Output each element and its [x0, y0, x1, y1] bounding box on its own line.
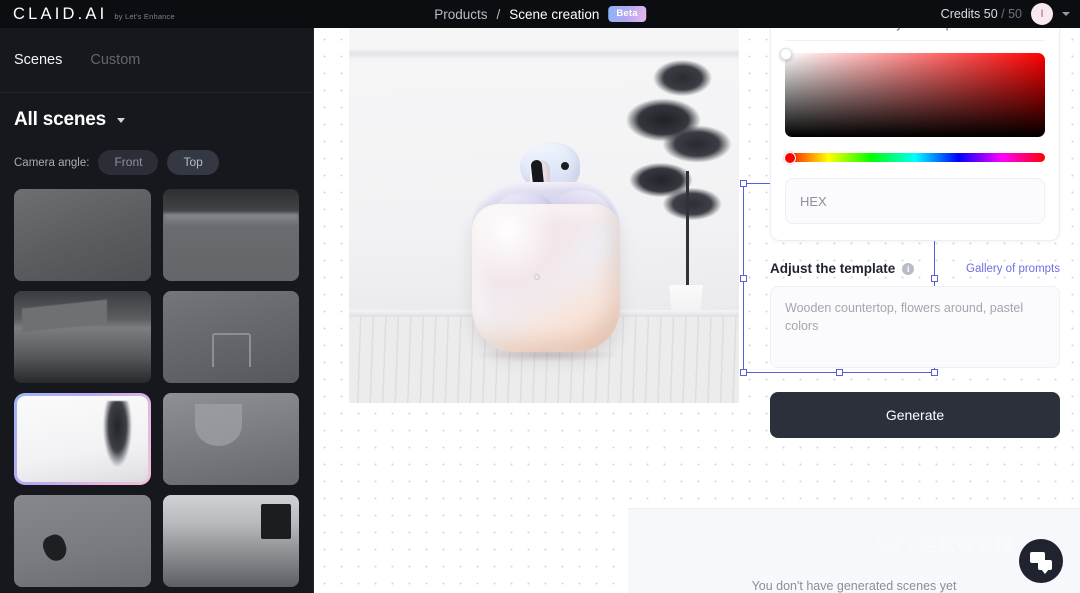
- credits-label: Credits 50 / 50: [941, 7, 1022, 21]
- adjust-template-label-group: Adjust the template i: [770, 261, 915, 276]
- scene-thumbnail[interactable]: [14, 495, 151, 587]
- scene-preview: [14, 189, 151, 281]
- page-title: All scenes: [14, 109, 106, 130]
- chat-support-button[interactable]: [1019, 539, 1063, 583]
- chat-bubble-icon: [1030, 552, 1052, 574]
- main-body: Scenes Custom All scenes Camera angle: F…: [0, 28, 1080, 593]
- breadcrumb: Products / Scene creation Beta: [434, 6, 646, 22]
- brand-name: CLAID.AI: [13, 4, 108, 23]
- chevron-down-icon: [117, 117, 125, 123]
- brand-tagline: by Let's Enhance: [114, 11, 175, 21]
- status-badge-beta: Beta: [608, 6, 646, 22]
- avatar-initial: I: [1040, 8, 1044, 20]
- resize-handle-top-left[interactable]: [740, 180, 747, 187]
- scenes-header: All scenes Camera angle: Front Top: [0, 93, 313, 175]
- scene-preview: [162, 189, 299, 281]
- prompt-placeholder: Wooden countertop, flowers around, paste…: [785, 301, 1024, 333]
- hex-input[interactable]: HEX: [785, 178, 1045, 224]
- product-case-body: [472, 204, 620, 352]
- info-icon[interactable]: i: [902, 262, 915, 275]
- scene-stage: [349, 28, 739, 403]
- saturation-value-area[interactable]: [780, 48, 1045, 137]
- scene-thumbnail-selected[interactable]: [14, 393, 151, 485]
- sidebar-tabs: Scenes Custom: [0, 28, 313, 93]
- adjust-template-row: Adjust the template i Gallery of prompts: [770, 261, 1060, 276]
- scene-preview: [162, 291, 299, 383]
- scene-thumbnail[interactable]: [162, 495, 299, 587]
- tab-scenes[interactable]: Scenes: [14, 52, 62, 68]
- breadcrumb-current: Scene creation: [509, 6, 600, 22]
- generate-button[interactable]: Generate: [770, 392, 1060, 438]
- breadcrumb-products[interactable]: Products: [434, 7, 487, 22]
- color-picker-caption: Choose the color for your composition: [785, 28, 1045, 41]
- top-bar: CLAID.AI by Let's Enhance Products / Sce…: [0, 0, 1080, 28]
- credits-used: Credits 50: [940, 7, 998, 21]
- sidebar: Scenes Custom All scenes Camera angle: F…: [0, 28, 314, 593]
- chevron-down-icon[interactable]: [1062, 12, 1070, 16]
- brand-logo[interactable]: CLAID.AI by Let's Enhance: [0, 5, 175, 24]
- hue-knob[interactable]: [784, 151, 796, 164]
- scene-thumbnail[interactable]: [162, 291, 299, 383]
- all-scenes-dropdown[interactable]: All scenes: [14, 109, 299, 131]
- generated-scenes-strip: You don't have generated scenes yet: [628, 508, 1080, 593]
- scene-thumbnail-grid: [0, 189, 313, 593]
- product-led-indicator: [534, 274, 540, 280]
- tab-custom[interactable]: Custom: [90, 52, 140, 68]
- adjust-template-title: Adjust the template: [770, 261, 896, 276]
- scene-preview: [162, 393, 299, 485]
- right-panel-content: Choose the color for your composition HE…: [750, 28, 1080, 438]
- empty-state-text: You don't have generated scenes yet: [751, 579, 957, 593]
- scene-preview: [17, 396, 148, 482]
- top-right-controls: Credits 50 / 50 I: [941, 0, 1070, 28]
- resize-handle-middle-left[interactable]: [740, 274, 747, 282]
- scene-thumbnail[interactable]: [14, 189, 151, 281]
- credits-total: / 50: [1001, 7, 1022, 21]
- prompt-textarea[interactable]: Wooden countertop, flowers around, paste…: [770, 286, 1060, 368]
- hex-placeholder: HEX: [800, 193, 827, 209]
- chat-bubble-front: [1038, 560, 1052, 574]
- app-root: CLAID.AI by Let's Enhance Products / Sce…: [0, 0, 1080, 593]
- hue-slider-row: [784, 151, 1045, 164]
- scene-thumbnail[interactable]: [14, 291, 151, 383]
- camera-angle-row: Camera angle: Front Top: [14, 150, 299, 175]
- scene-preview: [14, 291, 151, 383]
- scene-thumbnail[interactable]: [162, 393, 299, 485]
- product-image[interactable]: [456, 142, 636, 362]
- camera-angle-label: Camera angle:: [14, 156, 90, 169]
- color-picker-card: Choose the color for your composition HE…: [770, 28, 1060, 241]
- resize-handle-bottom-left[interactable]: [740, 369, 747, 376]
- saturation-knob[interactable]: [780, 48, 792, 60]
- camera-angle-top-button[interactable]: Top: [167, 150, 219, 175]
- canvas-area[interactable]: Choose the color for your composition HE…: [314, 28, 1080, 593]
- scene-preview: [162, 495, 299, 587]
- scene-preview: [14, 495, 151, 587]
- gallery-of-prompts-link[interactable]: Gallery of prompts: [966, 263, 1060, 275]
- avatar[interactable]: I: [1031, 3, 1053, 25]
- hue-slider[interactable]: [785, 153, 1045, 162]
- camera-angle-front-button[interactable]: Front: [98, 150, 159, 175]
- scene-plant-stem: [686, 171, 689, 291]
- scene-thumbnail[interactable]: [162, 189, 299, 281]
- breadcrumb-separator: /: [496, 6, 501, 22]
